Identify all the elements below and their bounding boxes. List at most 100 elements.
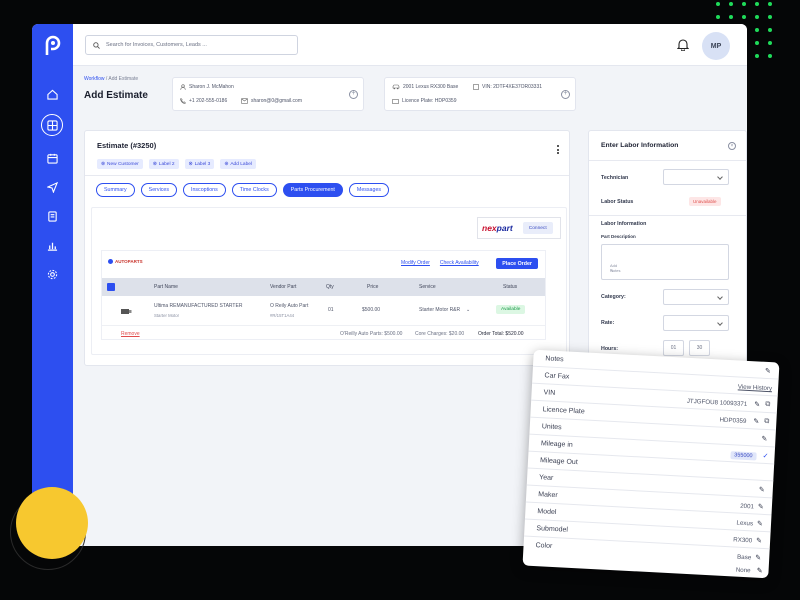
vendor-part-number: #R/15T1A44 [270,313,295,318]
part-qty: 01 [328,307,334,313]
hours-input[interactable]: 01 [663,340,684,356]
edit-pencil-icon[interactable]: ✎ [756,537,764,545]
copy-icon[interactable]: ⧉ [764,418,772,426]
core-charges: Core Charges: $20.00 [415,331,465,337]
label-3[interactable]: ⊗ Label 3 [184,159,215,169]
app-logo[interactable] [40,32,66,58]
search-icon [93,41,100,49]
label-new-customer[interactable]: ⊗ New Customer [97,159,143,169]
vendor-logo: AUTOPARTS [108,259,143,264]
vin-icon [473,84,479,90]
order-total: Order Total: $520.00 [478,331,524,337]
edit-pencil-icon[interactable]: ✎ [756,567,762,575]
service-dropdown-chevron-icon[interactable]: ⌄ [466,307,470,313]
divider [85,175,569,176]
part-description-label: Part Description [601,234,636,239]
place-order-button[interactable]: Place Order [496,258,538,269]
check-availability-link[interactable]: Check Availability [440,260,479,266]
add-label-button[interactable]: ⊕ Add Label [220,159,256,169]
labor-info-panel: Enter Labor Information × Technician Lab… [588,130,747,370]
vehicle-vin: VIN: 2DTF4XE37OR03331 [482,84,543,90]
remove-link[interactable]: Remove [121,331,140,337]
user-avatar[interactable]: MP [702,32,730,60]
edit-pencil-icon[interactable]: ✎ [755,554,763,562]
plus-icon: ⊕ [224,161,229,167]
user-icon [180,84,186,90]
tab-summary[interactable]: Summary [96,183,135,197]
connect-button[interactable]: Connect [522,222,553,234]
search-placeholder: Search for Invoices, Customers, Leads ..… [106,42,207,48]
more-options-icon[interactable] [557,145,559,154]
breadcrumb-current: Add Estimate [108,76,139,82]
tab-parts-procurement[interactable]: Parts Procurement [282,183,343,197]
minutes-input[interactable]: 30 [689,340,710,356]
edit-pencil-icon[interactable]: ✎ [759,486,767,494]
tag-icon: ⊗ [188,161,193,167]
vehicle-name: 2001 Lexus RX300 Base [403,84,459,90]
col-vendor-part: Vendor Part [270,284,297,290]
label-2[interactable]: ⊗ Label 2 [148,159,179,169]
vendor-subtotal: O'Reilly Auto Parts: $500.00 [340,331,403,337]
edit-pencil-icon[interactable]: ✎ [753,417,761,425]
tab-inspections[interactable]: Inscoptions [182,183,226,197]
tag-icon: ⊗ [152,161,157,167]
calendar-icon[interactable] [42,148,63,169]
part-name: Ultima REMANUFACTURED STARTER [154,303,243,309]
part-description-textarea[interactable]: ✎ Add Notes [601,244,729,280]
tab-services[interactable]: Services [140,183,177,197]
copy-icon[interactable]: ⧉ [765,401,773,409]
breadcrumb-workflow[interactable]: Workflow [84,76,104,82]
parts-procurement-panel: nexpart Connect AUTOPARTS Modify Order C… [91,207,567,355]
edit-pencil-icon[interactable]: ✎ [761,435,769,443]
vehicle-plate: Licence Plate: HDP0359 [402,98,457,104]
edit-pencil-icon[interactable]: ✎ [754,400,762,408]
home-icon[interactable] [42,84,63,105]
labor-information-heading: Labor Information [601,221,647,227]
col-price: Price [367,284,379,290]
settings-gear-icon[interactable] [42,264,63,285]
close-icon[interactable]: × [728,142,736,150]
color-value: None [735,566,751,575]
reports-chart-icon[interactable] [42,235,63,256]
confirm-check-icon[interactable]: ✓ [762,452,770,460]
estimate-panel: Estimate (#3250) ⊗ New Customer ⊗ Label 2 … [84,130,570,366]
page-title: Add Estimate [84,90,148,101]
customer-name: Sharon J. McMahon [189,84,234,90]
car-icon [392,84,400,90]
vendor-logo-icon [108,259,113,264]
edit-pencil-icon[interactable]: ✎ [765,367,773,375]
mileage-in-input[interactable]: 355000 [730,451,757,461]
inventory-icon[interactable] [42,206,63,227]
edit-pencil-icon[interactable]: ✎ [758,503,766,511]
vehicle-edit-plus-icon[interactable]: + [561,90,570,99]
technician-select[interactable] [663,169,729,185]
estimate-tabs: Summary Services Inscoptions Time Clocks… [96,183,390,197]
col-service: Service [419,284,436,290]
bell-icon[interactable] [676,38,690,56]
send-icon[interactable] [42,177,63,198]
tab-messages[interactable]: Messages [348,183,390,197]
modify-order-link[interactable]: Modify Order [401,260,430,266]
dashboard-grid-icon[interactable] [41,114,63,136]
nexpart-card: nexpart Connect [477,217,561,239]
rate-select[interactable] [663,315,729,331]
customer-email[interactable]: sharon@0@gmail.com [251,98,302,104]
customer-phone[interactable]: +1 202-555-0186 [189,98,227,104]
search-input[interactable]: Search for Invoices, Customers, Leads ..… [85,35,298,55]
col-qty: Qty [326,284,334,290]
edit-pencil-icon[interactable]: ✎ [757,520,765,528]
category-select[interactable] [663,289,729,305]
customer-edit-plus-icon[interactable]: + [349,90,358,99]
select-all-checkbox[interactable] [107,283,115,291]
decorative-yellow-circle [16,487,88,559]
view-history-link[interactable]: View History [738,383,773,392]
nexpart-logo: nexpart [482,223,513,233]
vendor-order-card: AUTOPARTS Modify Order Check Availabilit… [101,250,546,340]
labor-status-badge[interactable]: Unavailable [689,197,721,206]
part-service: Starter Motor R&R [419,307,461,313]
table-row[interactable]: Ultima REMANUFACTURED STARTER Starter Mo… [102,296,545,326]
tag-icon: ⊗ [101,161,106,167]
phone-icon [180,98,186,104]
tab-time-clocks[interactable]: Time Clocks [231,183,277,197]
mail-icon [241,98,248,104]
